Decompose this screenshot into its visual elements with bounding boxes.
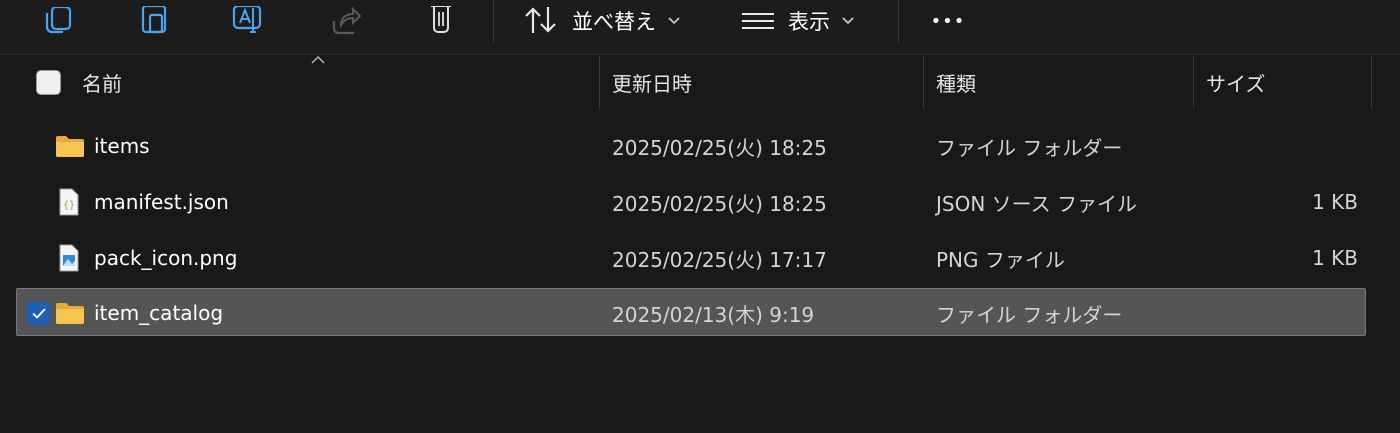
row-checkbox[interactable]: [27, 302, 50, 325]
column-header-size[interactable]: サイズ: [1206, 56, 1370, 108]
column-header-name-label: 名前: [82, 71, 122, 96]
more-options-button[interactable]: •••: [924, 0, 972, 42]
file-size: [1196, 289, 1358, 337]
paste-icon: [141, 6, 167, 34]
folder-icon: [56, 122, 84, 170]
file-row[interactable]: items 2025/02/25(火) 18:25 ファイル フォルダー: [16, 122, 1366, 170]
chevron-down-icon: [668, 17, 680, 25]
sort-label: 並べ替え: [572, 10, 656, 34]
copy-icon: [45, 7, 72, 34]
json-file-icon: {}: [59, 178, 79, 226]
image-file-icon: [59, 234, 79, 282]
view-button[interactable]: 表示: [742, 0, 872, 42]
checkmark-icon: [31, 308, 46, 319]
file-modified: 2025/02/13(木) 9:19: [612, 302, 815, 327]
share-icon: [332, 7, 361, 35]
column-header-type[interactable]: 種類: [936, 56, 1192, 108]
view-label: 表示: [788, 10, 830, 34]
list-view-icon: [742, 13, 774, 29]
trash-icon: [431, 6, 451, 33]
column-header-modified-label: 更新日時: [612, 71, 692, 96]
share-button[interactable]: [326, 0, 366, 42]
paste-button[interactable]: [134, 0, 174, 42]
file-size: 1 KB: [1312, 190, 1358, 214]
command-bar: 並べ替え 表示 •••: [0, 0, 1400, 55]
column-header-row: 名前 更新日時 種類 サイズ: [0, 56, 1400, 108]
column-header-type-label: 種類: [936, 71, 976, 96]
delete-button[interactable]: [421, 0, 461, 42]
file-modified: 2025/02/25(火) 18:25: [612, 191, 827, 216]
select-all-checkbox[interactable]: [36, 70, 61, 95]
rename-icon: [232, 6, 262, 33]
column-header-name[interactable]: 名前: [82, 56, 598, 108]
toolbar-separator: [493, 0, 494, 42]
sort-button[interactable]: 並べ替え: [524, 0, 694, 42]
file-row-selected[interactable]: item_catalog 2025/02/13(木) 9:19 ファイル フォル…: [16, 288, 1366, 336]
column-resize-handle[interactable]: [1193, 56, 1194, 108]
file-row[interactable]: pack_icon.png 2025/02/25(火) 17:17 PNG ファ…: [16, 234, 1366, 282]
file-modified: 2025/02/25(火) 17:17: [612, 247, 827, 272]
column-resize-handle[interactable]: [1371, 56, 1372, 108]
file-name: items: [94, 134, 150, 158]
more-dots-icon: •••: [930, 10, 966, 32]
toolbar-separator: [898, 0, 899, 42]
column-resize-handle[interactable]: [599, 56, 600, 108]
file-size: 1 KB: [1312, 246, 1358, 270]
file-row[interactable]: {} manifest.json 2025/02/25(火) 18:25 JSO…: [16, 178, 1366, 226]
column-header-size-label: サイズ: [1206, 71, 1266, 96]
column-header-modified[interactable]: 更新日時: [612, 56, 922, 108]
column-resize-handle[interactable]: [923, 56, 924, 108]
svg-text:{}: {}: [63, 200, 75, 211]
file-type: ファイル フォルダー: [936, 135, 1123, 160]
file-name: manifest.json: [94, 190, 229, 214]
chevron-down-icon: [842, 17, 854, 25]
file-type: PNG ファイル: [936, 247, 1065, 272]
file-name: pack_icon.png: [94, 246, 238, 270]
file-size: [1196, 122, 1358, 170]
folder-icon: [56, 289, 84, 337]
sort-arrows-icon: [525, 7, 556, 33]
file-type: JSON ソース ファイル: [936, 191, 1138, 216]
file-modified: 2025/02/25(火) 18:25: [612, 135, 827, 160]
copy-button[interactable]: [38, 0, 78, 42]
file-type: ファイル フォルダー: [936, 302, 1123, 327]
rename-button[interactable]: [228, 0, 268, 42]
file-name: item_catalog: [94, 301, 224, 325]
